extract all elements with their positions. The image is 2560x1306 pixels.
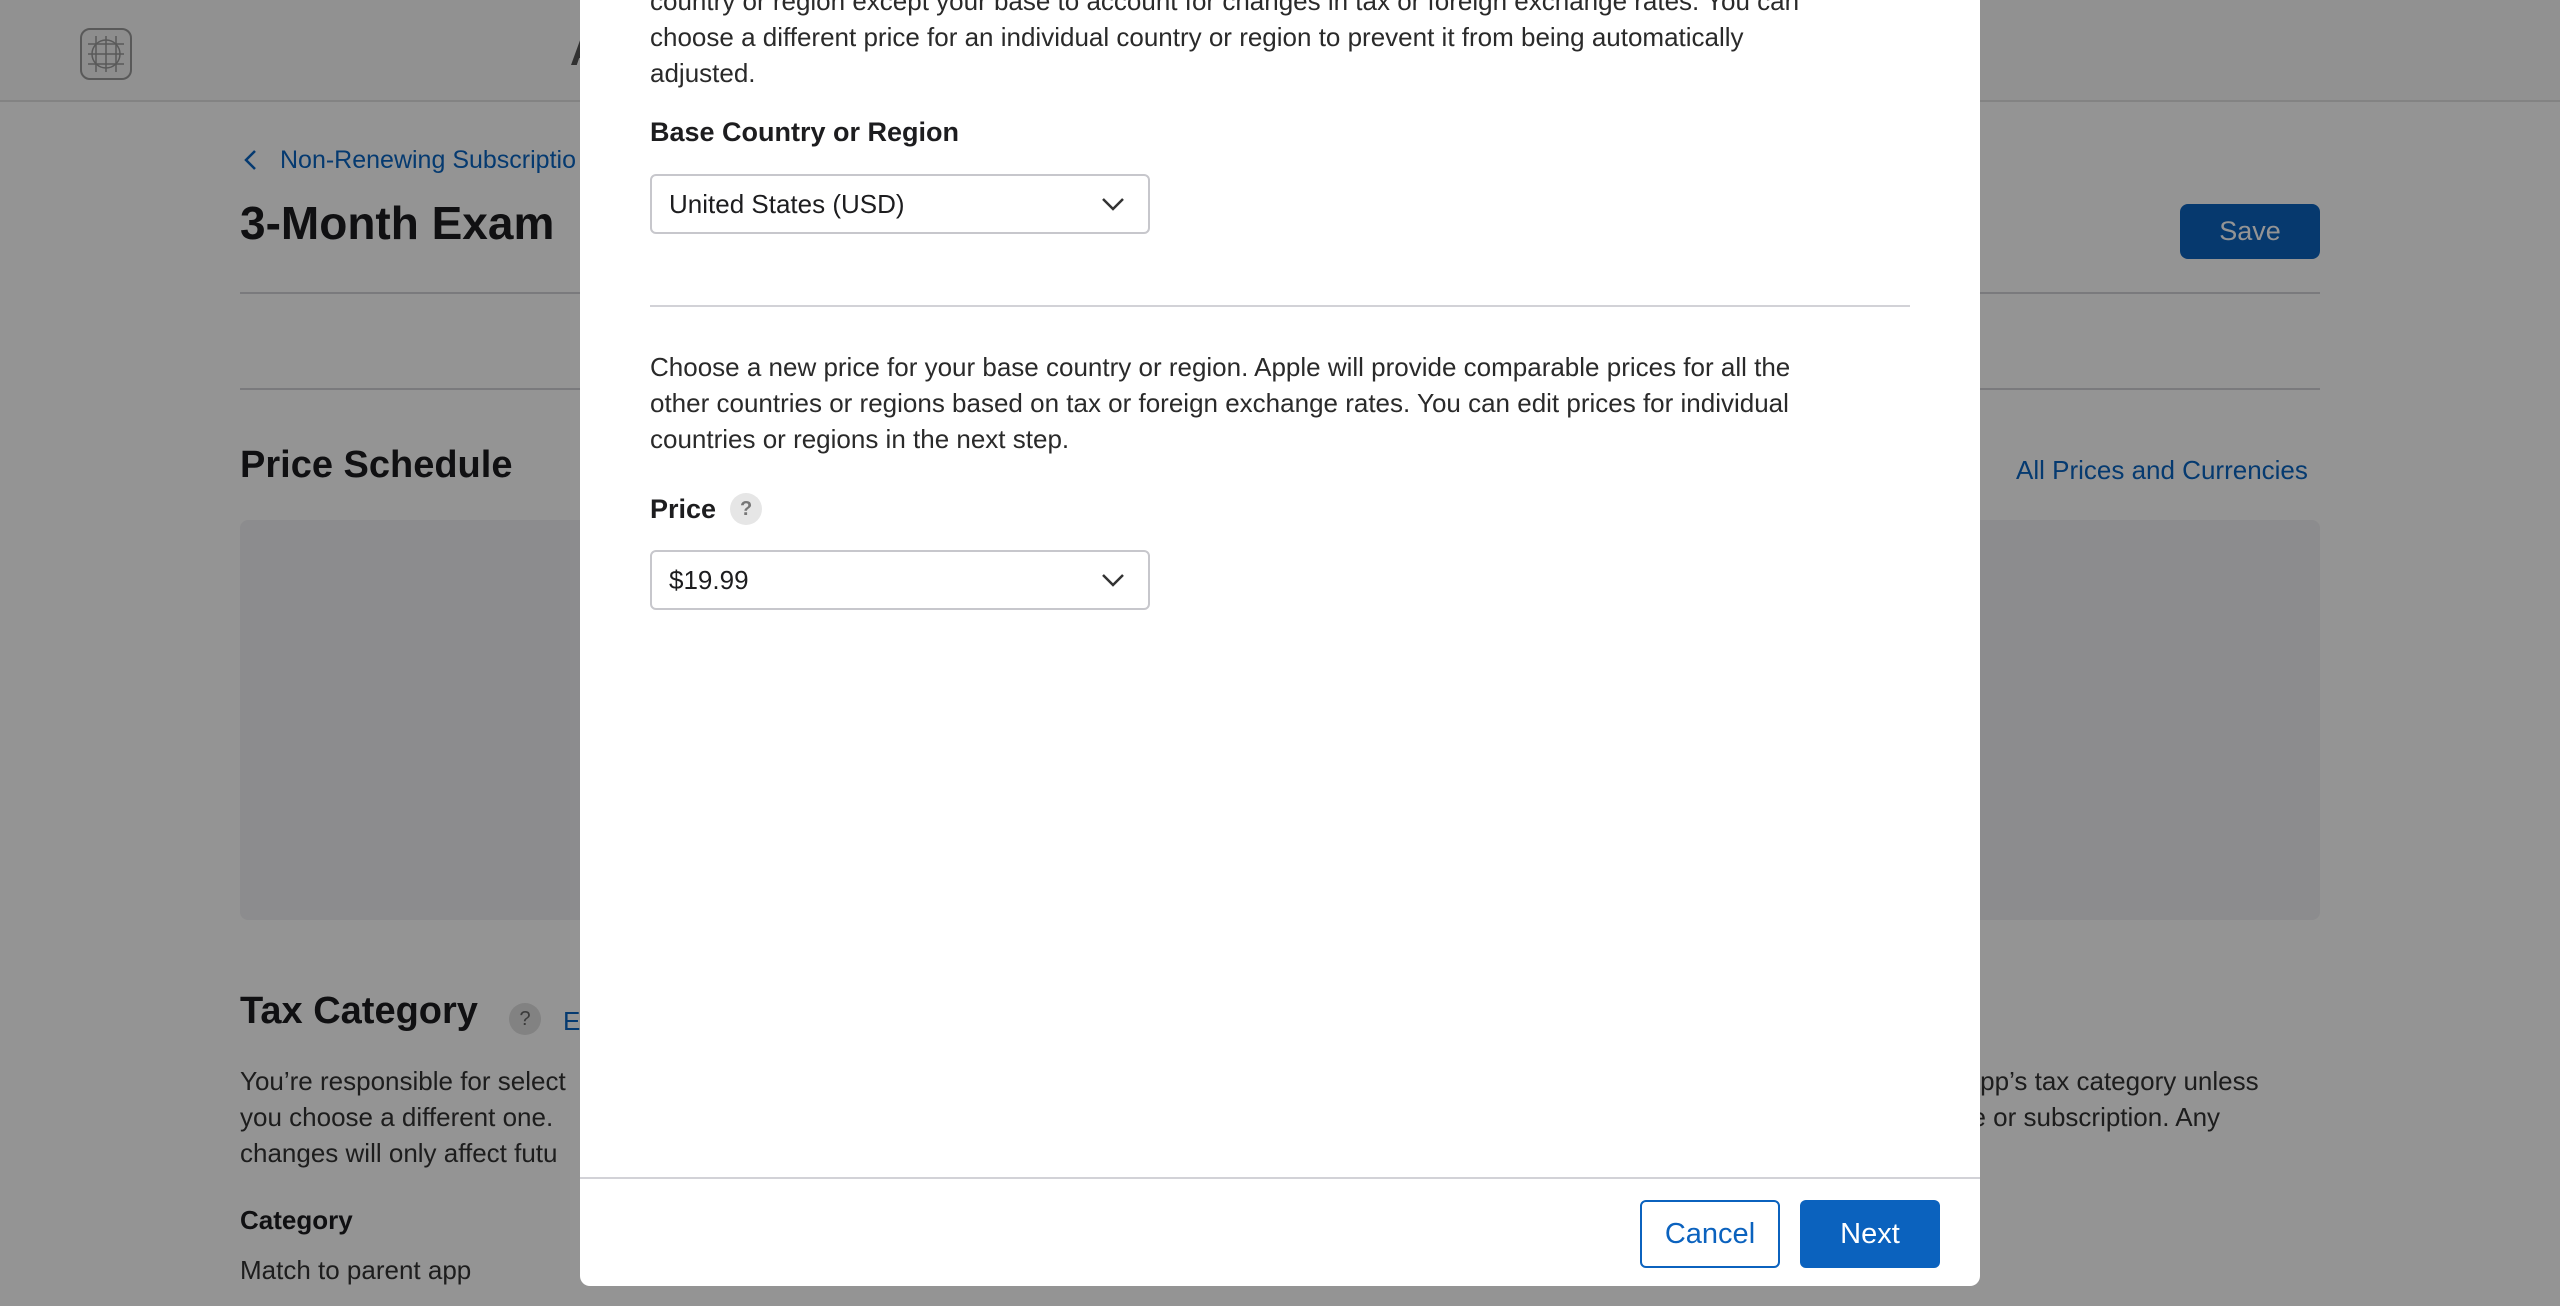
price-change-dialog: country or region except your base to ac… [580,0,1980,1286]
help-icon[interactable]: ? [730,493,763,525]
price-label: Price ? [650,493,763,525]
price-select[interactable]: $19.99 [650,550,1150,610]
base-country-label: Base Country or Region [650,117,960,147]
price-info-text: Choose a new price for your base country… [650,352,1791,454]
chevron-down-icon [1102,198,1124,211]
base-country-select[interactable]: United States (USD) [650,174,1150,234]
base-country-value: United States (USD) [669,188,905,219]
price-value: $19.99 [669,564,749,595]
chevron-down-icon [1102,574,1124,587]
cancel-button[interactable]: Cancel [1640,1200,1780,1268]
next-button[interactable]: Next [1800,1200,1940,1268]
divider [650,305,1910,307]
dialog-footer-divider [580,1177,1980,1179]
intro-text: country or region except your base to ac… [650,0,1800,88]
